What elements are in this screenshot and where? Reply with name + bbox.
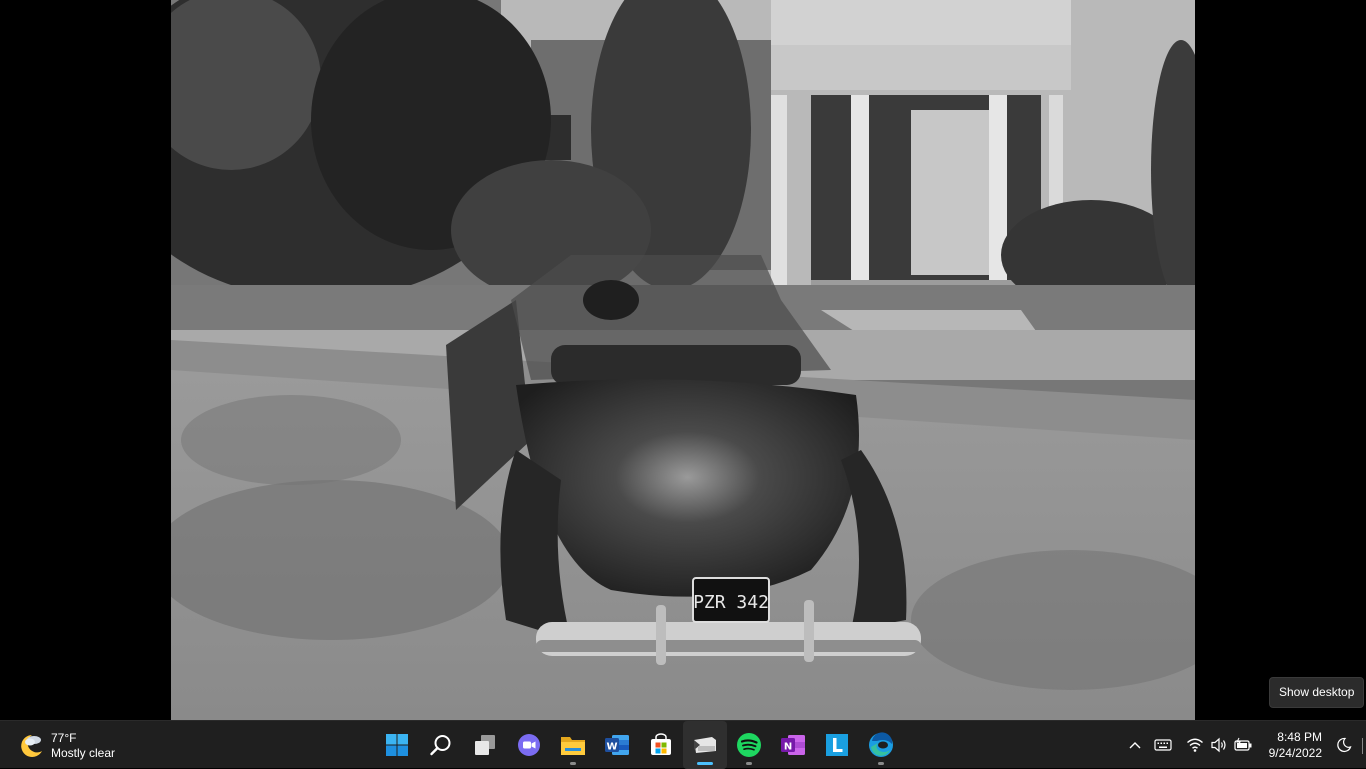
media-player-button[interactable]: [683, 721, 727, 769]
edge-icon: [869, 732, 893, 757]
driver: [583, 280, 639, 320]
battery-icon[interactable]: [1231, 721, 1255, 769]
search-icon: [430, 735, 451, 756]
media-player-icon: [694, 737, 716, 753]
balcony: [771, 0, 1071, 45]
spotify-icon: [737, 733, 761, 757]
weather-temperature: 77°F: [51, 731, 77, 745]
wifi-icon[interactable]: [1183, 721, 1207, 769]
onenote-button[interactable]: N: [771, 721, 815, 769]
running-indicator: [570, 762, 576, 765]
moon-cloud-icon: [14, 729, 50, 763]
weather-widget[interactable]: 77°F Mostly clear: [14, 729, 115, 763]
chevron-up-icon[interactable]: [1123, 721, 1147, 769]
clock-time: 8:48 PM: [1277, 730, 1322, 744]
task-view-button[interactable]: [463, 721, 507, 769]
word-button[interactable]: W: [595, 721, 639, 769]
folder-icon: [561, 737, 585, 755]
task-view-icon: [475, 735, 495, 755]
windows-logo-icon: [386, 734, 408, 756]
start-button[interactable]: [375, 721, 419, 769]
active-indicator: [697, 762, 713, 765]
video-frame[interactable]: PZR 342: [171, 0, 1195, 720]
word-icon: W: [605, 735, 629, 755]
spotify-button[interactable]: [727, 721, 771, 769]
video-chat-icon: [518, 734, 540, 756]
chat-button[interactable]: [507, 721, 551, 769]
system-tray: 8:48 PM 9/24/2022: [1123, 721, 1366, 769]
app-l-button[interactable]: [815, 721, 859, 769]
speaker-icon[interactable]: [1207, 721, 1231, 769]
onenote-icon: N: [781, 735, 805, 755]
keyboard-icon[interactable]: [1151, 721, 1175, 769]
l-letter-icon: [826, 734, 848, 756]
license-plate-text: PZR 342: [693, 592, 769, 613]
taskbar: 77°F Mostly clear W N 8:48 PM 9/24/2022: [0, 720, 1366, 769]
clock-date: 9/24/2022: [1268, 746, 1322, 760]
store-button[interactable]: [639, 721, 683, 769]
weather-condition: Mostly clear: [51, 746, 116, 760]
running-indicator: [878, 762, 884, 765]
svg-text:W: W: [606, 742, 617, 753]
clock[interactable]: 8:48 PM 9/24/2022: [1255, 729, 1330, 761]
running-indicator: [746, 762, 752, 765]
store-bag-icon: [651, 733, 671, 755]
taskbar-apps: W N: [375, 721, 903, 769]
search-button[interactable]: [419, 721, 463, 769]
svg-text:N: N: [784, 742, 792, 753]
edge-button[interactable]: [859, 721, 903, 769]
front-door: [911, 110, 991, 275]
file-explorer-button[interactable]: [551, 721, 595, 769]
show-desktop-tooltip: Show desktop: [1269, 677, 1365, 708]
show-desktop-button[interactable]: [1358, 721, 1366, 769]
moon-icon[interactable]: [1330, 721, 1358, 769]
